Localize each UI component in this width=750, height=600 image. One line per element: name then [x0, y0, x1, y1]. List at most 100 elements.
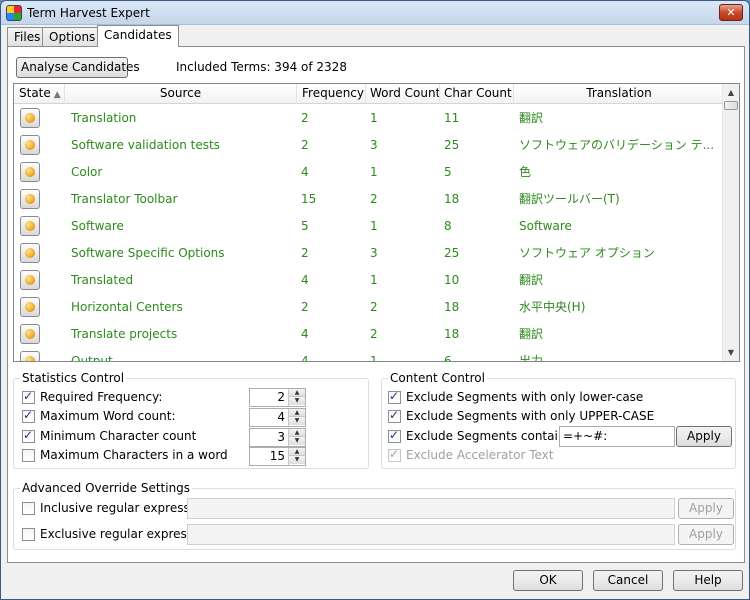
- max-word-count-stepper[interactable]: 4 ▲ ▼: [249, 408, 306, 427]
- min-char-count-stepper[interactable]: 3 ▲ ▼: [249, 428, 306, 447]
- exclude-containing-option[interactable]: Exclude Segments containing: [388, 428, 584, 446]
- table-row[interactable]: Software Specific Options 2 3 25 ソフトウェア …: [14, 240, 724, 267]
- column-header-source[interactable]: Source: [65, 84, 297, 104]
- table-row[interactable]: Translator Toolbar 15 2 18 翻訳ツールバー(T): [14, 186, 724, 213]
- cell-frequency: 4: [301, 327, 309, 341]
- cell-translation: 翻訳: [519, 327, 544, 341]
- state-pending-icon[interactable]: [20, 297, 40, 317]
- increment-icon[interactable]: ▲: [289, 448, 305, 456]
- state-pending-icon[interactable]: [20, 135, 40, 155]
- inclusive-regex-input[interactable]: [187, 498, 675, 519]
- min-char-count-option[interactable]: Minimum Character count: [22, 428, 242, 446]
- required-frequency-option[interactable]: Required Frequency:: [22, 389, 242, 407]
- content-apply-button[interactable]: Apply: [676, 426, 732, 447]
- increment-icon[interactable]: ▲: [289, 409, 305, 417]
- table-row[interactable]: Color 4 1 5 色: [14, 159, 724, 186]
- state-pending-icon[interactable]: [20, 324, 40, 344]
- scrollbar-thumb[interactable]: [724, 101, 738, 110]
- max-word-count-checkbox[interactable]: [22, 408, 35, 423]
- table-row[interactable]: Software 5 1 8 Software: [14, 213, 724, 240]
- tab-options[interactable]: Options: [42, 27, 103, 47]
- exclusive-regex-checkbox[interactable]: [22, 528, 35, 541]
- exclude-uppercase-option[interactable]: Exclude Segments with only UPPER-CASE: [388, 408, 688, 426]
- table-row[interactable]: Horizontal Centers 2 2 18 水平中央(H): [14, 294, 724, 321]
- state-pending-icon[interactable]: [20, 216, 40, 236]
- scroll-up-icon[interactable]: ▲: [723, 84, 739, 101]
- state-pending-icon[interactable]: [20, 108, 40, 128]
- grid-vertical-scrollbar[interactable]: ▲ ▼: [722, 84, 739, 361]
- app-icon: [6, 5, 22, 21]
- title-bar[interactable]: Term Harvest Expert ✕: [1, 1, 749, 25]
- cell-frequency: 2: [301, 111, 309, 125]
- cell-char-count: 18: [444, 192, 460, 206]
- table-row[interactable]: Translation 2 1 11 翻訳: [14, 105, 724, 132]
- max-word-count-option[interactable]: Maximum Word count:: [22, 408, 242, 426]
- column-header-word-count[interactable]: Word Count: [366, 84, 440, 104]
- decrement-icon[interactable]: ▼: [289, 397, 305, 405]
- exclusive-regex-option[interactable]: Exclusive regular expression:: [22, 526, 215, 544]
- state-pending-icon[interactable]: [20, 189, 40, 209]
- max-chars-in-word-checkbox[interactable]: [22, 449, 35, 462]
- table-row[interactable]: Translate projects 4 2 18 翻訳: [14, 321, 724, 348]
- help-button[interactable]: Help: [673, 570, 743, 591]
- cell-source: Translated: [71, 273, 134, 287]
- exclude-lowercase-option[interactable]: Exclude Segments with only lower-case: [388, 389, 688, 407]
- ok-button[interactable]: OK: [513, 570, 583, 591]
- exclude-lowercase-checkbox[interactable]: [388, 389, 401, 404]
- exclude-lowercase-label: Exclude Segments with only lower-case: [406, 390, 644, 404]
- column-header-frequency[interactable]: Frequency: [297, 84, 366, 104]
- included-terms-label: Included Terms: 394 of 2328: [176, 60, 347, 74]
- state-pending-icon[interactable]: [20, 162, 40, 182]
- table-row[interactable]: Software validation tests 2 3 25 ソフトウェアの…: [14, 132, 724, 159]
- state-pending-icon[interactable]: [20, 351, 40, 361]
- max-chars-in-word-option[interactable]: Maximum Characters in a word: [22, 447, 242, 465]
- state-pending-icon[interactable]: [20, 270, 40, 290]
- cell-word-count: 1: [370, 354, 378, 362]
- column-header-state[interactable]: State ▲: [14, 84, 65, 104]
- inclusive-apply-button[interactable]: Apply: [678, 498, 734, 519]
- exclude-characters-input[interactable]: =+~#:: [559, 426, 675, 447]
- candidates-panel: Analyse Candidates Included Terms: 394 o…: [7, 46, 745, 563]
- table-row[interactable]: Translated 4 1 10 翻訳: [14, 267, 724, 294]
- column-header-char-count[interactable]: Char Count: [440, 84, 514, 104]
- required-frequency-checkbox[interactable]: [22, 389, 35, 404]
- analyse-candidates-button[interactable]: Analyse Candidates: [16, 57, 140, 78]
- cell-word-count: 1: [370, 111, 378, 125]
- exclude-accelerator-checkbox[interactable]: [388, 447, 401, 462]
- cell-frequency: 4: [301, 354, 309, 362]
- inclusive-regex-option[interactable]: Inclusive regular expression:: [22, 500, 212, 518]
- inclusive-regex-checkbox[interactable]: [22, 502, 35, 515]
- required-frequency-stepper[interactable]: 2 ▲ ▼: [249, 388, 306, 407]
- exclusive-apply-button[interactable]: Apply: [678, 524, 734, 545]
- increment-icon[interactable]: ▲: [289, 429, 305, 437]
- content-control-title: Content Control: [388, 371, 487, 385]
- cell-source: Software validation tests: [71, 138, 220, 152]
- increment-icon[interactable]: ▲: [289, 389, 305, 397]
- exclude-uppercase-checkbox[interactable]: [388, 408, 401, 423]
- exclusive-regex-input[interactable]: [187, 524, 675, 545]
- close-icon: ✕: [726, 6, 736, 19]
- advanced-override-group: Advanced Override Settings Inclusive reg…: [13, 481, 736, 550]
- close-button[interactable]: ✕: [719, 4, 743, 21]
- exclude-containing-checkbox[interactable]: [388, 428, 401, 443]
- max-chars-in-word-stepper[interactable]: 15 ▲ ▼: [249, 447, 306, 466]
- state-pending-icon[interactable]: [20, 243, 40, 263]
- exclude-accelerator-option[interactable]: Exclude Accelerator Text: [388, 447, 688, 465]
- candidates-grid[interactable]: State ▲ Source Frequency Word Count Char …: [13, 83, 740, 362]
- cell-word-count: 1: [370, 165, 378, 179]
- cell-translation: ソフトウェア オプション: [519, 246, 655, 260]
- cell-frequency: 2: [301, 138, 309, 152]
- cell-char-count: 8: [444, 219, 452, 233]
- tab-candidates[interactable]: Candidates: [97, 25, 179, 47]
- table-row[interactable]: Output 4 1 6 出力: [14, 348, 724, 362]
- column-header-translation[interactable]: Translation: [514, 84, 724, 104]
- min-char-count-checkbox[interactable]: [22, 428, 35, 443]
- decrement-icon[interactable]: ▼: [289, 437, 305, 445]
- cell-translation: 色: [519, 165, 532, 179]
- max-chars-in-word-value: 15: [269, 449, 285, 463]
- cancel-button[interactable]: Cancel: [593, 570, 663, 591]
- scroll-down-icon[interactable]: ▼: [723, 344, 739, 361]
- decrement-icon[interactable]: ▼: [289, 417, 305, 425]
- exclude-accelerator-label: Exclude Accelerator Text: [406, 448, 554, 462]
- decrement-icon[interactable]: ▼: [289, 456, 305, 464]
